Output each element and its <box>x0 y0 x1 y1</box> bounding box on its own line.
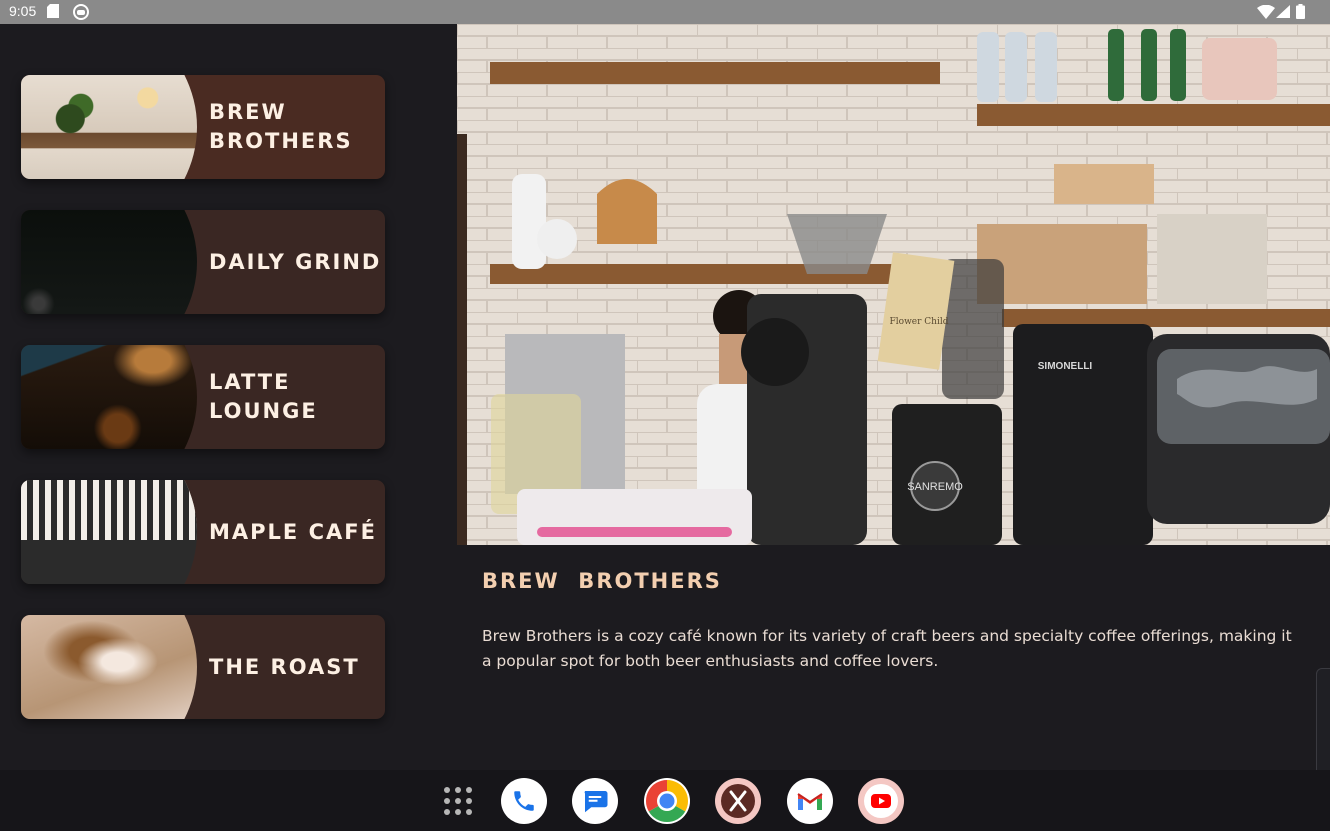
cafe-card-daily-grind[interactable]: Daily Grind <box>21 210 385 314</box>
cafe-card-label: Brew Brothers <box>209 100 353 153</box>
cafe-app: Brew Brothers Daily Grind Latte Lounge M… <box>0 24 1330 808</box>
cafe-card-brew-brothers[interactable]: Brew Brothers <box>21 75 385 179</box>
cafe-card-maple-cafe[interactable]: Maple Café <box>21 480 385 584</box>
cafe-detail-title: BREW BROTHERS <box>482 569 722 593</box>
android-debug-icon <box>73 4 89 20</box>
cafe-card-label: The Roast <box>209 654 360 679</box>
chrome-icon[interactable] <box>644 778 690 824</box>
cafe-app-icon[interactable] <box>715 778 761 824</box>
youtube-icon[interactable] <box>858 778 904 824</box>
cafe-thumbnail <box>21 345 197 449</box>
messages-icon[interactable] <box>572 778 618 824</box>
app-drawer-icon[interactable] <box>444 787 472 815</box>
cafe-card-label: Maple Café <box>209 519 377 544</box>
gmail-icon[interactable] <box>787 778 833 824</box>
grinder-brand-text: SANREMO <box>907 481 963 493</box>
cafe-thumbnail <box>21 75 197 179</box>
battery-icon <box>1296 4 1305 19</box>
machine-brand-text: SIMONELLI <box>1038 361 1093 372</box>
taskbar <box>0 770 1330 831</box>
cafe-hero-image: SANREMO Flower Child SIMONELLI <box>457 24 1330 545</box>
signal-icon <box>1276 5 1290 18</box>
bag-label-text: Flower Child <box>890 317 949 327</box>
status-time: 9:05 <box>9 3 37 19</box>
cafe-card-latte-lounge[interactable]: Latte Lounge <box>21 345 385 449</box>
cafe-thumbnail <box>21 480 197 584</box>
phone-icon[interactable] <box>501 778 547 824</box>
cafe-card-label: Daily Grind <box>209 249 382 274</box>
cafe-detail-description: Brew Brothers is a cozy café known for i… <box>482 627 1292 670</box>
status-bar: 9:05 <box>0 0 1330 24</box>
cafe-card-label: Latte Lounge <box>209 370 318 423</box>
wifi-icon <box>1257 5 1275 19</box>
sd-card-icon <box>47 4 59 18</box>
cafe-card-the-roast[interactable]: The Roast <box>21 615 385 719</box>
cafe-thumbnail <box>21 210 197 314</box>
cafe-thumbnail <box>21 615 197 719</box>
